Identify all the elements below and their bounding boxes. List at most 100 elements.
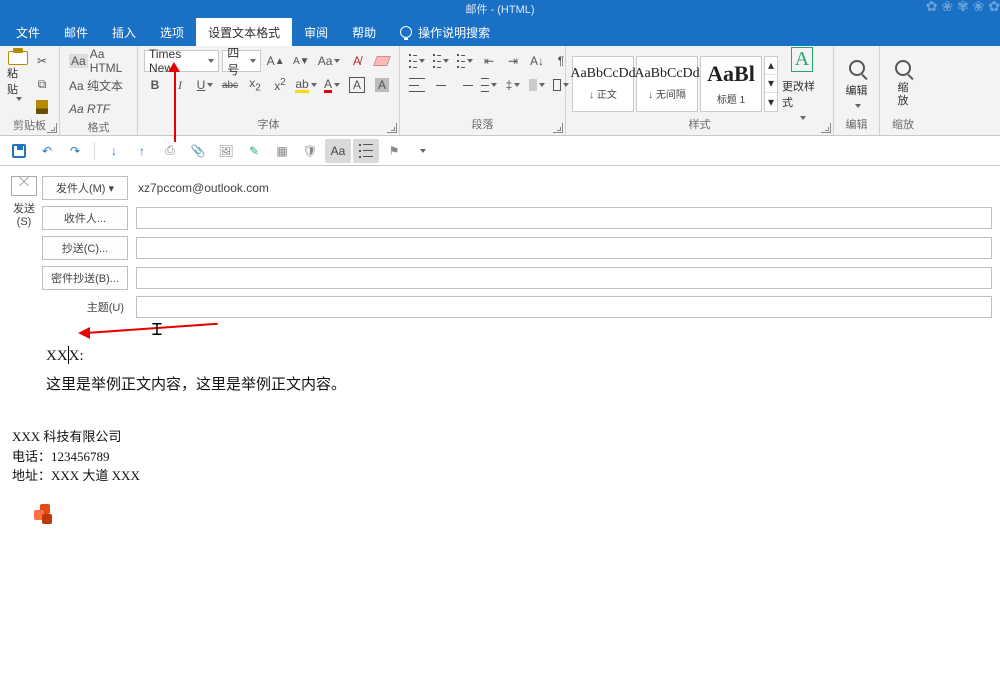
- font-family-value: Times New: [149, 47, 204, 75]
- qat-redo[interactable]: ↷: [62, 139, 88, 163]
- line-spacing-button[interactable]: ‡: [502, 74, 524, 96]
- format-painter-button[interactable]: [31, 96, 53, 118]
- sort-button[interactable]: A↓: [526, 50, 548, 72]
- tell-me-search[interactable]: 操作说明搜索: [388, 18, 502, 46]
- qat-case-toggle[interactable]: Aa: [325, 139, 351, 163]
- tab-format-text[interactable]: 设置文本格式: [196, 18, 292, 46]
- to-field[interactable]: [136, 207, 992, 229]
- copy-button[interactable]: ⧉: [31, 73, 53, 95]
- highlight-color-button[interactable]: ab: [294, 74, 318, 96]
- group-font-label: 字体: [144, 117, 393, 133]
- group-paragraph-label: 段落: [406, 117, 559, 133]
- align-center-button[interactable]: [430, 74, 452, 96]
- subject-field[interactable]: [136, 296, 992, 318]
- style-heading1[interactable]: AaBl 标题 1: [700, 56, 762, 112]
- format-html-button[interactable]: AaAa HTML: [66, 50, 131, 72]
- clipboard-launcher[interactable]: [47, 123, 57, 133]
- format-eraser-button[interactable]: [371, 50, 393, 72]
- justify-button[interactable]: [478, 74, 500, 96]
- send-button[interactable]: 发送 (S): [6, 176, 42, 318]
- bcc-field[interactable]: [136, 267, 992, 289]
- scroll-up-icon[interactable]: ▴: [765, 57, 777, 75]
- paragraph-launcher[interactable]: [553, 123, 563, 133]
- style-gallery-scroll[interactable]: ▴ ▾ ▾: [764, 56, 778, 112]
- strikethrough-button[interactable]: abc: [219, 74, 241, 96]
- cut-button[interactable]: ✂: [31, 50, 53, 72]
- qat-picture[interactable]: 🖼: [213, 139, 239, 163]
- bcc-button[interactable]: 密件抄送(B)...: [42, 266, 128, 290]
- zoom-button[interactable]: 缩 放: [883, 52, 923, 116]
- subscript-button[interactable]: x2: [244, 74, 266, 96]
- mail-body-editor[interactable]: XXX: 这里是举例正文内容，这里是举例正文内容。 XXX 科技有限公司 电话：…: [0, 324, 1000, 540]
- change-case-button[interactable]: Aa: [315, 50, 343, 72]
- paste-button[interactable]: 粘贴: [6, 50, 29, 102]
- superscript-button[interactable]: x2: [269, 74, 291, 96]
- qat-more[interactable]: [409, 139, 435, 163]
- send-icon: [11, 176, 37, 196]
- qat-next[interactable]: ↑: [129, 139, 155, 163]
- change-styles-button[interactable]: A 更改样式: [782, 52, 822, 116]
- qat-list-toggle[interactable]: [353, 139, 379, 163]
- group-font: Times New 四号 A▲ A▼ Aa A̸ B I U abc x2: [138, 46, 400, 135]
- tab-mail[interactable]: 邮件: [52, 18, 100, 46]
- sig-phone: 电话：123456789: [12, 447, 986, 467]
- qat-save[interactable]: [6, 139, 32, 163]
- group-format: AaAa HTML Aa 纯文本 Aa RTF 格式: [60, 46, 138, 135]
- chevron-down-icon: [16, 97, 22, 101]
- gallery-expand-icon[interactable]: ▾: [765, 93, 777, 110]
- font-size-combo[interactable]: 四号: [222, 50, 261, 72]
- scroll-down-icon[interactable]: ▾: [765, 75, 777, 93]
- styles-launcher[interactable]: [821, 123, 831, 133]
- align-left-button[interactable]: [406, 74, 428, 96]
- group-styles-label: 样式: [572, 117, 827, 133]
- from-button[interactable]: 发件人(M) ▾: [42, 176, 128, 200]
- bullets-icon: [359, 144, 373, 158]
- tab-review[interactable]: 审阅: [292, 18, 340, 46]
- qat-undo[interactable]: ↶: [34, 139, 60, 163]
- shrink-font-button[interactable]: A▼: [290, 50, 312, 72]
- align-right-button[interactable]: [454, 74, 476, 96]
- clear-formatting-button[interactable]: A̸: [346, 50, 368, 72]
- format-plain-button[interactable]: Aa 纯文本: [66, 74, 131, 96]
- qat-prev[interactable]: ↓: [101, 139, 127, 163]
- signature-block: XXX 科技有限公司 电话：123456789 地址：XXX 大道 XXX: [12, 427, 986, 526]
- underline-button[interactable]: U: [194, 74, 216, 96]
- format-rtf-button[interactable]: Aa RTF: [66, 98, 131, 120]
- chevron-down-icon: [207, 83, 213, 87]
- qat-print[interactable]: ⎙: [157, 139, 183, 163]
- editing-button[interactable]: 编辑: [837, 52, 877, 116]
- style-nospacing[interactable]: AaBbCcDd ↓ 无间隔: [636, 56, 698, 112]
- tab-insert[interactable]: 插入: [100, 18, 148, 46]
- font-family-combo[interactable]: Times New: [144, 50, 219, 72]
- decrease-indent-button[interactable]: ⇤: [478, 50, 500, 72]
- font-color-button[interactable]: A: [321, 74, 343, 96]
- qat-attach[interactable]: 📎: [185, 139, 211, 163]
- numbering-button[interactable]: [430, 50, 452, 72]
- bullets-button[interactable]: [406, 50, 428, 72]
- tab-help[interactable]: 帮助: [340, 18, 388, 46]
- tab-options[interactable]: 选项: [148, 18, 196, 46]
- multilevel-button[interactable]: [454, 50, 476, 72]
- qat-flag[interactable]: ⚑: [381, 139, 407, 163]
- to-button[interactable]: 收件人...: [42, 206, 128, 230]
- char-shading-button[interactable]: A: [371, 74, 393, 96]
- qat-signature[interactable]: ✎: [241, 139, 267, 163]
- grow-font-button[interactable]: A▲: [264, 50, 287, 72]
- increase-indent-button[interactable]: ⇥: [502, 50, 524, 72]
- chevron-down-icon: [420, 149, 426, 153]
- qat-table[interactable]: ▦: [269, 139, 295, 163]
- change-styles-label: 更改样式: [782, 78, 822, 110]
- ribbon-tabs: 文件 邮件 插入 选项 设置文本格式 审阅 帮助 操作说明搜索: [0, 18, 1000, 46]
- cc-button[interactable]: 抄送(C)...: [42, 236, 128, 260]
- italic-button[interactable]: I: [169, 74, 191, 96]
- shading-button[interactable]: [526, 74, 548, 96]
- align-left-icon: [409, 78, 425, 92]
- font-launcher[interactable]: [387, 123, 397, 133]
- qat-permission[interactable]: 🛡: [297, 139, 323, 163]
- bold-button[interactable]: B: [144, 74, 166, 96]
- cc-field[interactable]: [136, 237, 992, 259]
- style-gallery[interactable]: AaBbCcDd ↓ 正文 AaBbCcDd ↓ 无间隔 AaBl 标题 1 ▴…: [572, 56, 778, 112]
- tab-file[interactable]: 文件: [4, 18, 52, 46]
- char-border-button[interactable]: A: [346, 74, 368, 96]
- style-normal[interactable]: AaBbCcDd ↓ 正文: [572, 56, 634, 112]
